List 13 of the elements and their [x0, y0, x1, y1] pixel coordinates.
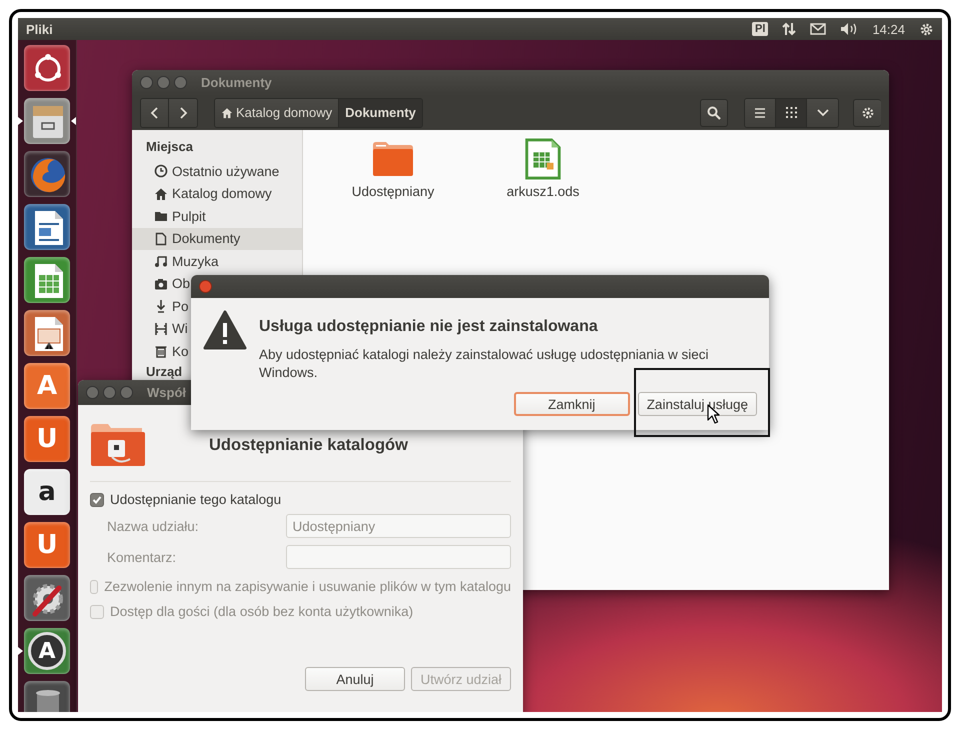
checkbox-label: Zezwolenie innym na zapisywanie i usuwanie plików w tym katalogu: [104, 579, 511, 594]
app-name: Pliki: [26, 22, 53, 36]
sidebar-heading: Urząd: [146, 364, 182, 378]
dialog-message: Aby udostępniać katalogi należy zainstalować usługę udostępniania w sieci Windows.: [259, 346, 710, 382]
field-label: Komentarz:: [107, 550, 178, 564]
dialog-heading: Udostępnianie katalogów: [208, 436, 409, 454]
window-title: Dokumenty: [201, 75, 272, 90]
window-title: Współ: [147, 385, 186, 400]
field-label: Nazwa udziału:: [107, 518, 200, 534]
checkbox-label: Dostęp dla gości (dla osób bez konta użytkownika): [110, 604, 414, 619]
dialog-title: Usługa udostępnianie nie jest zainstalowana: [259, 318, 599, 336]
checkbox-label: Udostępnianie tego katalogu: [110, 492, 282, 507]
sidebar-heading: Miejsca: [146, 139, 193, 154]
